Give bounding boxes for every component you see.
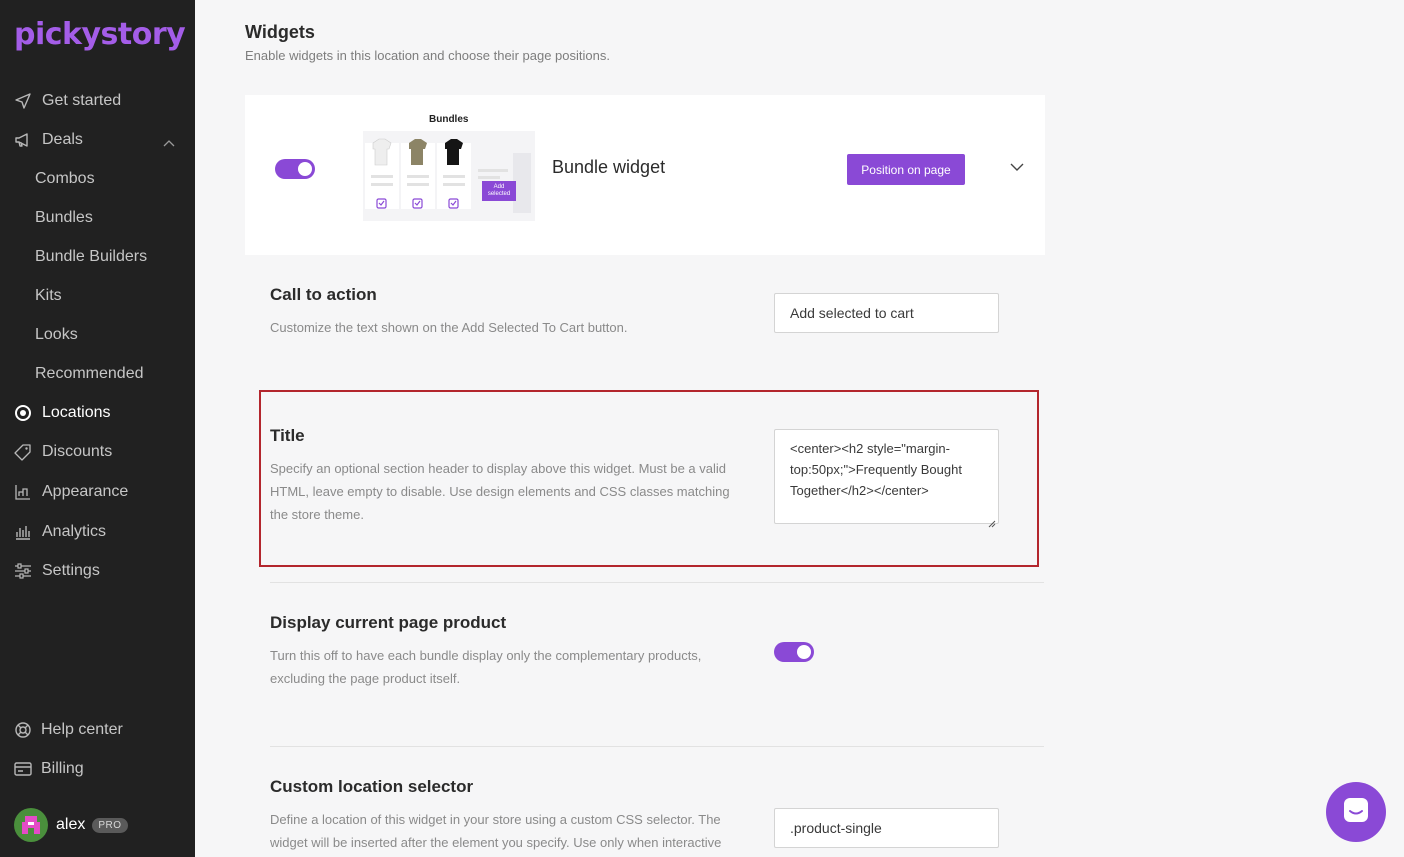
avatar xyxy=(14,808,48,842)
sliders-icon xyxy=(14,562,32,580)
bundle-widget-toggle[interactable] xyxy=(275,159,315,179)
megaphone-icon xyxy=(14,131,32,149)
sidebar-item-discounts[interactable]: Discounts xyxy=(0,434,195,470)
display-product-toggle[interactable] xyxy=(774,642,814,662)
sidebar-item-deals[interactable]: Deals xyxy=(0,122,195,158)
sidebar: pickystory Get started Deals Combos Bund… xyxy=(0,0,195,857)
custom-selector-description: Define a location of this widget in your… xyxy=(270,812,722,850)
preview-add-selected-button: Add selected xyxy=(487,184,511,197)
bundle-widget-card: Bundles Add selected Bundle widget Posit… xyxy=(245,95,1045,255)
user-name: alex xyxy=(56,816,86,833)
custom-selector-input[interactable]: .product-single xyxy=(774,808,999,848)
sidebar-item-locations[interactable]: Locations xyxy=(0,395,195,431)
widgets-subheading: Enable widgets in this location and choo… xyxy=(245,48,610,63)
display-product-description: Turn this off to have each bundle displa… xyxy=(270,648,702,686)
cta-title: Call to action xyxy=(270,285,377,304)
sidebar-item-get-started[interactable]: Get started xyxy=(0,83,195,119)
chevron-down-icon[interactable] xyxy=(1009,159,1025,177)
bundle-widget-preview: Bundles Add selected xyxy=(363,113,535,221)
appearance-icon xyxy=(14,483,32,501)
credit-card-icon xyxy=(14,760,32,778)
title-html-textarea[interactable]: <center><h2 style="margin-top:50px;">Fre… xyxy=(774,429,999,528)
chat-launcher-button[interactable] xyxy=(1326,782,1386,842)
sidebar-item-combos[interactable]: Combos xyxy=(0,161,195,197)
sidebar-item-appearance[interactable]: Appearance xyxy=(0,474,195,510)
chat-icon xyxy=(1341,795,1371,830)
pro-badge: PRO xyxy=(92,817,128,833)
pickystory-logo[interactable]: pickystory xyxy=(14,14,186,54)
title-section-title: Title xyxy=(270,426,305,445)
toggle-knob xyxy=(298,162,312,176)
custom-selector-title: Custom location selector xyxy=(270,777,474,796)
chevron-up-icon[interactable] xyxy=(163,134,175,152)
tag-icon xyxy=(14,443,32,461)
target-icon xyxy=(14,404,32,422)
sidebar-item-bundle-builders[interactable]: Bundle Builders xyxy=(0,239,195,275)
lifebuoy-icon xyxy=(14,721,32,739)
widgets-heading: Widgets xyxy=(245,22,315,42)
bar-chart-icon xyxy=(14,523,32,541)
sidebar-item-analytics[interactable]: Analytics xyxy=(0,514,195,550)
send-icon xyxy=(14,92,32,110)
sidebar-item-bundles[interactable]: Bundles xyxy=(0,200,195,236)
sidebar-item-looks[interactable]: Looks xyxy=(0,317,195,353)
divider xyxy=(270,582,1044,583)
title-html-value: <center><h2 style="margin-top:50px;">Fre… xyxy=(790,441,962,498)
user-menu[interactable]: alex PRO xyxy=(14,808,128,842)
title-section-description: Specify an optional section header to di… xyxy=(270,461,730,522)
bundle-widget-name: Bundle widget xyxy=(552,157,666,177)
sidebar-item-recommended[interactable]: Recommended xyxy=(0,356,195,392)
toggle-knob xyxy=(797,645,811,659)
cta-description: Customize the text shown on the Add Sele… xyxy=(270,320,628,335)
sidebar-item-help-center[interactable]: Help center xyxy=(0,712,195,748)
resize-handle-icon[interactable] xyxy=(988,513,996,528)
divider xyxy=(270,746,1044,747)
preview-title: Bundles xyxy=(429,114,469,125)
sidebar-item-settings[interactable]: Settings xyxy=(0,553,195,589)
sidebar-item-kits[interactable]: Kits xyxy=(0,278,195,314)
main-content: Widgets Enable widgets in this location … xyxy=(195,0,1404,857)
position-on-page-button[interactable]: Position on page xyxy=(847,154,965,185)
cta-text-input[interactable]: Add selected to cart xyxy=(774,293,999,333)
sidebar-item-billing[interactable]: Billing xyxy=(0,751,195,787)
display-product-title: Display current page product xyxy=(270,613,507,632)
